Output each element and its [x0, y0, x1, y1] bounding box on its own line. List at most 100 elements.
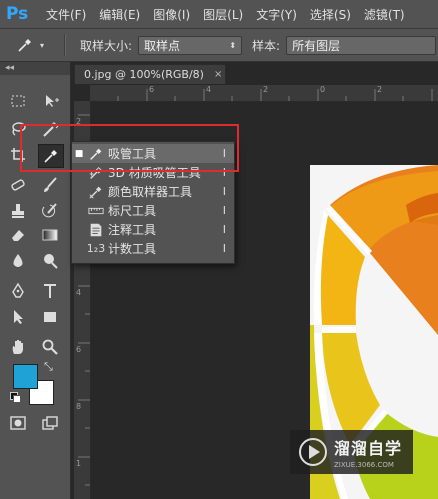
- crop-icon: [11, 148, 25, 162]
- tool-preset-picker[interactable]: ▾: [16, 33, 56, 57]
- move-tool[interactable]: [38, 90, 62, 112]
- arrow-pointer-icon: [14, 310, 23, 324]
- document-tab[interactable]: 0.jpg @ 100%(RGB/8) ×: [74, 64, 226, 84]
- play-logo-icon: [299, 438, 327, 466]
- path-selection-tool[interactable]: [6, 306, 30, 328]
- toolbar-collapse-button[interactable]: ◂◂: [0, 62, 70, 75]
- eraser-icon: [12, 230, 24, 241]
- quick-mask-button[interactable]: [6, 412, 30, 434]
- horizontal-ruler: 6 4 2 0 2: [90, 85, 438, 102]
- crop-tool[interactable]: [6, 144, 30, 166]
- shortcut-key: I: [222, 204, 226, 217]
- magnifier-icon: [42, 339, 58, 355]
- ruler-h-label: 2: [263, 85, 269, 94]
- marquee-tool[interactable]: [6, 90, 30, 112]
- flyout-item-label: 吸管工具: [108, 147, 157, 161]
- menu-filter[interactable]: 滤镜(T): [364, 6, 405, 23]
- quick-mask-icon: [10, 416, 26, 430]
- history-brush-icon: [42, 203, 57, 218]
- eyedropper-icon: [86, 146, 106, 162]
- hand-tool[interactable]: [6, 336, 30, 358]
- options-bar: ▾ 取样大小: 取样点 ⬍ 样本: 所有图层: [0, 29, 438, 62]
- sample-size-select[interactable]: 取样点 ⬍: [138, 35, 243, 55]
- rectangle-icon: [44, 312, 56, 322]
- close-icon[interactable]: ×: [214, 69, 222, 80]
- zoom-tool[interactable]: [38, 336, 62, 358]
- shortcut-key: I: [222, 223, 226, 236]
- dodge-icon: [44, 254, 58, 269]
- flyout-item-3d-eyedropper[interactable]: 3D 材质吸管工具 I: [72, 163, 234, 182]
- tools-panel: ◂◂ ⤡: [0, 62, 71, 499]
- menu-select[interactable]: 选择(S): [310, 6, 351, 23]
- chevron-updown-icon: ⬍: [229, 40, 237, 50]
- drop-icon: [13, 254, 23, 267]
- shortcut-key: I: [222, 166, 226, 179]
- brush-icon: [44, 177, 57, 192]
- magic-wand-icon: [43, 122, 59, 137]
- selected-bullet-icon: ■: [74, 148, 84, 159]
- hand-icon: [12, 340, 23, 354]
- ruler-v-label: 6: [76, 345, 82, 354]
- eyedropper-tool[interactable]: [38, 144, 64, 168]
- sample-value: 所有图层: [292, 38, 341, 53]
- flyout-item-label: 标尺工具: [108, 204, 157, 218]
- gradient-tool[interactable]: [38, 224, 62, 246]
- dodge-tool[interactable]: [38, 250, 62, 272]
- history-brush-tool[interactable]: [38, 200, 62, 222]
- ruler-icon: [86, 203, 106, 219]
- eraser-tool[interactable]: [6, 224, 30, 246]
- blur-tool[interactable]: [6, 250, 30, 272]
- bandage-icon: [11, 179, 25, 191]
- ruler-v-label: 8: [76, 402, 82, 411]
- 3d-eyedropper-icon: [86, 165, 106, 181]
- menu-layer[interactable]: 图层(L): [203, 6, 243, 23]
- flyout-item-label: 颜色取样器工具: [108, 185, 193, 199]
- ruler-h-label: 4: [206, 85, 212, 94]
- type-icon: [44, 284, 56, 298]
- menu-file[interactable]: 文件(F): [46, 6, 86, 23]
- shortcut-key: I: [222, 147, 226, 160]
- rectangle-tool[interactable]: [38, 306, 62, 328]
- color-sampler-icon: [86, 184, 106, 200]
- photoshop-logo: Ps: [6, 4, 29, 24]
- watermark-subtitle: ZIXUE.3066.COM: [334, 461, 394, 469]
- note-icon: [86, 222, 106, 238]
- sample-size-value: 取样点: [144, 38, 181, 53]
- menu-bar: Ps 文件(F) 编辑(E) 图像(I) 图层(L) 文字(Y) 选择(S) 滤…: [0, 0, 438, 29]
- eyedropper-icon: [44, 150, 57, 163]
- pen-icon: [12, 282, 24, 298]
- menu-image[interactable]: 图像(I): [153, 6, 190, 23]
- sample-select[interactable]: 所有图层: [286, 35, 437, 55]
- gradient-icon: [42, 229, 58, 241]
- eyedropper-icon: [18, 39, 31, 52]
- brush-tool[interactable]: [38, 174, 62, 196]
- flyout-item-count[interactable]: 1₂3 计数工具 I: [72, 239, 234, 258]
- move-icon: [46, 95, 59, 107]
- flyout-item-note[interactable]: 注释工具 I: [72, 220, 234, 239]
- default-colors-icon[interactable]: [10, 392, 21, 403]
- swap-colors-icon[interactable]: ⤡: [44, 360, 53, 374]
- lasso-tool[interactable]: [6, 118, 30, 140]
- clone-stamp-tool[interactable]: [6, 200, 30, 222]
- foreground-color-swatch[interactable]: [13, 364, 38, 389]
- flyout-item-eyedropper[interactable]: ■ 吸管工具 I: [72, 144, 234, 163]
- lasso-icon: [12, 122, 26, 136]
- type-tool[interactable]: [38, 280, 62, 302]
- flyout-item-label: 3D 材质吸管工具: [108, 166, 201, 180]
- healing-brush-tool[interactable]: [6, 174, 30, 196]
- watermark-title: 溜溜自学: [334, 439, 403, 458]
- pen-tool[interactable]: [6, 280, 30, 302]
- menu-type[interactable]: 文字(Y): [256, 6, 297, 23]
- menu-edit[interactable]: 编辑(E): [99, 6, 140, 23]
- screen-mode-button[interactable]: [38, 412, 62, 434]
- sample-size-label: 取样大小:: [80, 38, 133, 53]
- eyedropper-tool-flyout: ■ 吸管工具 I 3D 材质吸管工具 I 颜色取样器工具 I 标尺工具 I 注释…: [71, 141, 235, 264]
- watermark: 溜溜自学 ZIXUE.3066.COM: [290, 430, 413, 474]
- divider: [64, 34, 66, 56]
- ruler-v-label: 1: [76, 459, 82, 468]
- ruler-v-label: 4: [76, 288, 82, 297]
- screen-mode-icon: [42, 416, 58, 430]
- magic-wand-tool[interactable]: [38, 118, 62, 140]
- flyout-item-ruler[interactable]: 标尺工具 I: [72, 201, 234, 220]
- flyout-item-color-sampler[interactable]: 颜色取样器工具 I: [72, 182, 234, 201]
